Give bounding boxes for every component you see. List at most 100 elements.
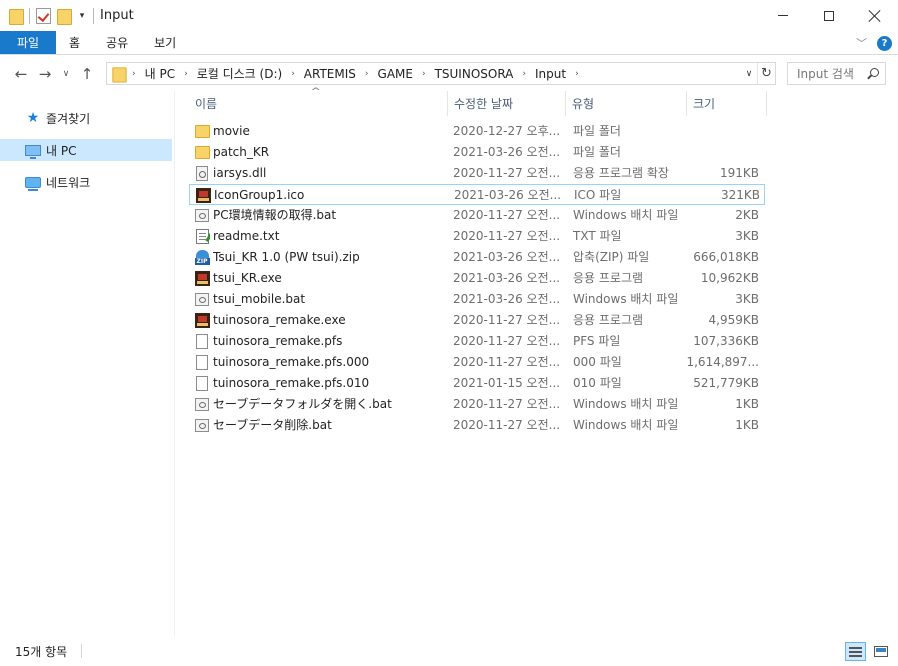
refresh-button[interactable]: ↻ xyxy=(757,63,775,84)
column-header-name[interactable]: 이름 xyxy=(189,91,448,116)
tab-file[interactable]: 파일 xyxy=(0,31,56,54)
maximize-button[interactable] xyxy=(806,0,852,31)
address-bar[interactable]: › 내 PC › 로컬 디스크 (D:) › ARTEMIS › GAME › … xyxy=(106,62,776,85)
file-size xyxy=(681,121,759,142)
toolbar-divider xyxy=(93,7,94,24)
file-row[interactable]: PC環境情報の取得.bat 2020-11-27 오전... Windows 배치 … xyxy=(189,205,765,226)
chevron-right-icon: › xyxy=(132,68,136,79)
file-row[interactable]: tsui_mobile.bat 2021-03-26 오전... Windows 배… xyxy=(189,289,765,310)
close-icon xyxy=(869,10,881,22)
file-row[interactable]: iarsys.dll 2020-11-27 오전... 응용 프로그램 확장 191K… xyxy=(189,163,765,184)
new-folder-icon[interactable] xyxy=(57,8,72,25)
breadcrumb-item[interactable]: TSUINOSORA xyxy=(435,67,514,81)
column-header-size[interactable]: 크기 xyxy=(687,91,767,116)
file-name: tuinosora_remake.pfs.010 xyxy=(213,376,370,390)
file-row[interactable]: tuinosora_remake.pfs.010 2021-01-15 오전...… xyxy=(189,373,765,394)
customize-toolbar-icon[interactable]: ▾ xyxy=(77,11,87,21)
file-date: 2020-11-27 오전... xyxy=(453,334,559,348)
file-type: 응용 프로그램 xyxy=(573,271,644,285)
file-row[interactable]: Tsui_KR 1.0 (PW tsui).zip 2021-03-26 오전..… xyxy=(189,247,765,268)
ribbon-controls: ﹀ ? xyxy=(856,35,892,51)
details-view-button[interactable] xyxy=(845,642,866,661)
expand-ribbon-icon[interactable]: ﹀ xyxy=(856,35,867,51)
breadcrumb-item[interactable]: Input xyxy=(535,67,566,81)
navigation-pane: ★ 즐겨찾기 내 PC 네트워크 xyxy=(0,91,175,636)
file-name: iarsys.dll xyxy=(213,166,267,180)
properties-icon[interactable] xyxy=(36,7,51,24)
text-file-icon xyxy=(194,226,210,247)
generic-file-icon xyxy=(194,331,210,352)
forward-button[interactable]: → xyxy=(33,62,57,86)
large-icons-view-button[interactable] xyxy=(870,642,891,661)
address-history-button[interactable]: ∨ xyxy=(741,69,757,79)
arrow-left-icon: ← xyxy=(14,64,28,83)
search-icon xyxy=(870,68,879,77)
file-row[interactable]: セーブデータフォルダを開く.bat 2020-11-27 오전... Windows… xyxy=(189,394,765,415)
file-row[interactable]: tuinosora_remake.exe 2020-11-27 오전... 응용 프… xyxy=(189,310,765,331)
breadcrumb-item[interactable]: 내 PC xyxy=(145,65,175,82)
file-date: 2021-03-26 오전... xyxy=(453,250,559,264)
file-row[interactable]: movie 2020-12-27 오후... 파일 폴더 xyxy=(189,121,765,142)
column-header-label: 이름 xyxy=(195,97,218,111)
column-header-type[interactable]: 유형 xyxy=(566,91,687,116)
minimize-icon xyxy=(778,15,788,16)
nav-item-label: 즐겨찾기 xyxy=(46,111,91,126)
chevron-right-icon[interactable]: › xyxy=(522,69,526,79)
chevron-right-icon[interactable]: › xyxy=(184,69,188,79)
generic-file-icon xyxy=(194,373,210,394)
file-row[interactable]: セーブデータ削除.bat 2020-11-27 오전... Windows 배치 파… xyxy=(189,415,765,436)
chevron-right-icon[interactable]: › xyxy=(422,69,426,79)
file-row[interactable]: tuinosora_remake.pfs.000 2020-11-27 오전...… xyxy=(189,352,765,373)
file-size: 1KB xyxy=(735,418,759,432)
file-date: 2020-11-27 오전... xyxy=(453,166,559,180)
tab-share[interactable]: 공유 xyxy=(93,31,141,54)
folder-icon xyxy=(194,142,210,163)
batch-file-icon xyxy=(194,394,210,415)
up-button[interactable]: ↑ xyxy=(75,62,99,86)
file-row[interactable]: patch_KR 2021-03-26 오전... 파일 폴더 xyxy=(189,142,765,163)
close-button[interactable] xyxy=(852,0,898,31)
folder-icon xyxy=(112,66,127,83)
navigation-bar: ← → ∨ ↑ › 내 PC › 로컬 디스크 (D:) › ARTEMIS ›… xyxy=(0,56,898,91)
column-header-date[interactable]: 수정한 날짜 xyxy=(448,91,566,116)
breadcrumb-item[interactable]: GAME xyxy=(378,67,413,81)
item-count: 15개 항목 xyxy=(15,644,68,659)
tab-view[interactable]: 보기 xyxy=(141,31,189,54)
file-name: PC環境情報の取得.bat xyxy=(213,208,337,222)
file-row[interactable]: IconGroup1.ico 2021-03-26 오전... ICO 파일 321K… xyxy=(189,184,765,205)
large-icons-view-icon xyxy=(873,646,888,657)
tab-home[interactable]: 홈 xyxy=(56,31,93,54)
network-icon xyxy=(24,176,42,191)
search-placeholder: Input 검색 xyxy=(797,67,854,81)
file-row[interactable]: readme.txt 2020-11-27 오전... TXT 파일 3KB xyxy=(189,226,765,247)
chevron-right-icon[interactable]: › xyxy=(365,69,369,79)
breadcrumb-item[interactable]: ARTEMIS xyxy=(304,67,356,81)
nav-item-quick-access[interactable]: ★ 즐겨찾기 xyxy=(0,107,172,129)
file-date: 2020-11-27 오전... xyxy=(453,397,559,411)
chevron-right-icon[interactable]: › xyxy=(291,69,295,79)
file-type: 000 파일 xyxy=(573,355,622,369)
minimize-button[interactable] xyxy=(760,0,806,31)
file-explorer-window: ▾ Input 파일 홈 공유 보기 ﹀ ? ← → ∨ ↑ › 내 PC › … xyxy=(0,0,898,666)
breadcrumb-item[interactable]: 로컬 디스크 (D:) xyxy=(197,65,282,82)
nav-item-this-pc[interactable]: 내 PC xyxy=(0,139,172,161)
file-date: 2021-03-26 오전... xyxy=(454,188,560,202)
recent-locations-button[interactable]: ∨ xyxy=(57,62,75,86)
ribbon-tabs: 파일 홈 공유 보기 ﹀ ? xyxy=(0,31,898,55)
file-row[interactable]: tuinosora_remake.pfs 2020-11-27 오전... PFS … xyxy=(189,331,765,352)
chevron-right-icon[interactable]: › xyxy=(575,69,579,79)
file-name: tsui_KR.exe xyxy=(213,271,282,285)
batch-file-icon xyxy=(194,289,210,310)
back-button[interactable]: ← xyxy=(9,62,33,86)
quick-access-toolbar: ▾ Input xyxy=(0,0,140,31)
nav-item-network[interactable]: 네트워크 xyxy=(0,171,172,193)
file-row[interactable]: tsui_KR.exe 2021-03-26 오전... 응용 프로그램 10,962… xyxy=(189,268,765,289)
refresh-icon: ↻ xyxy=(761,66,772,81)
file-size xyxy=(681,142,759,163)
file-name: tuinosora_remake.exe xyxy=(213,313,346,327)
file-name: tuinosora_remake.pfs.000 xyxy=(213,355,370,369)
file-type: Windows 배치 파일 xyxy=(573,208,679,222)
file-date: 2021-03-26 오전... xyxy=(453,292,559,306)
help-icon[interactable]: ? xyxy=(877,35,892,51)
search-input[interactable]: Input 검색 xyxy=(787,62,886,85)
